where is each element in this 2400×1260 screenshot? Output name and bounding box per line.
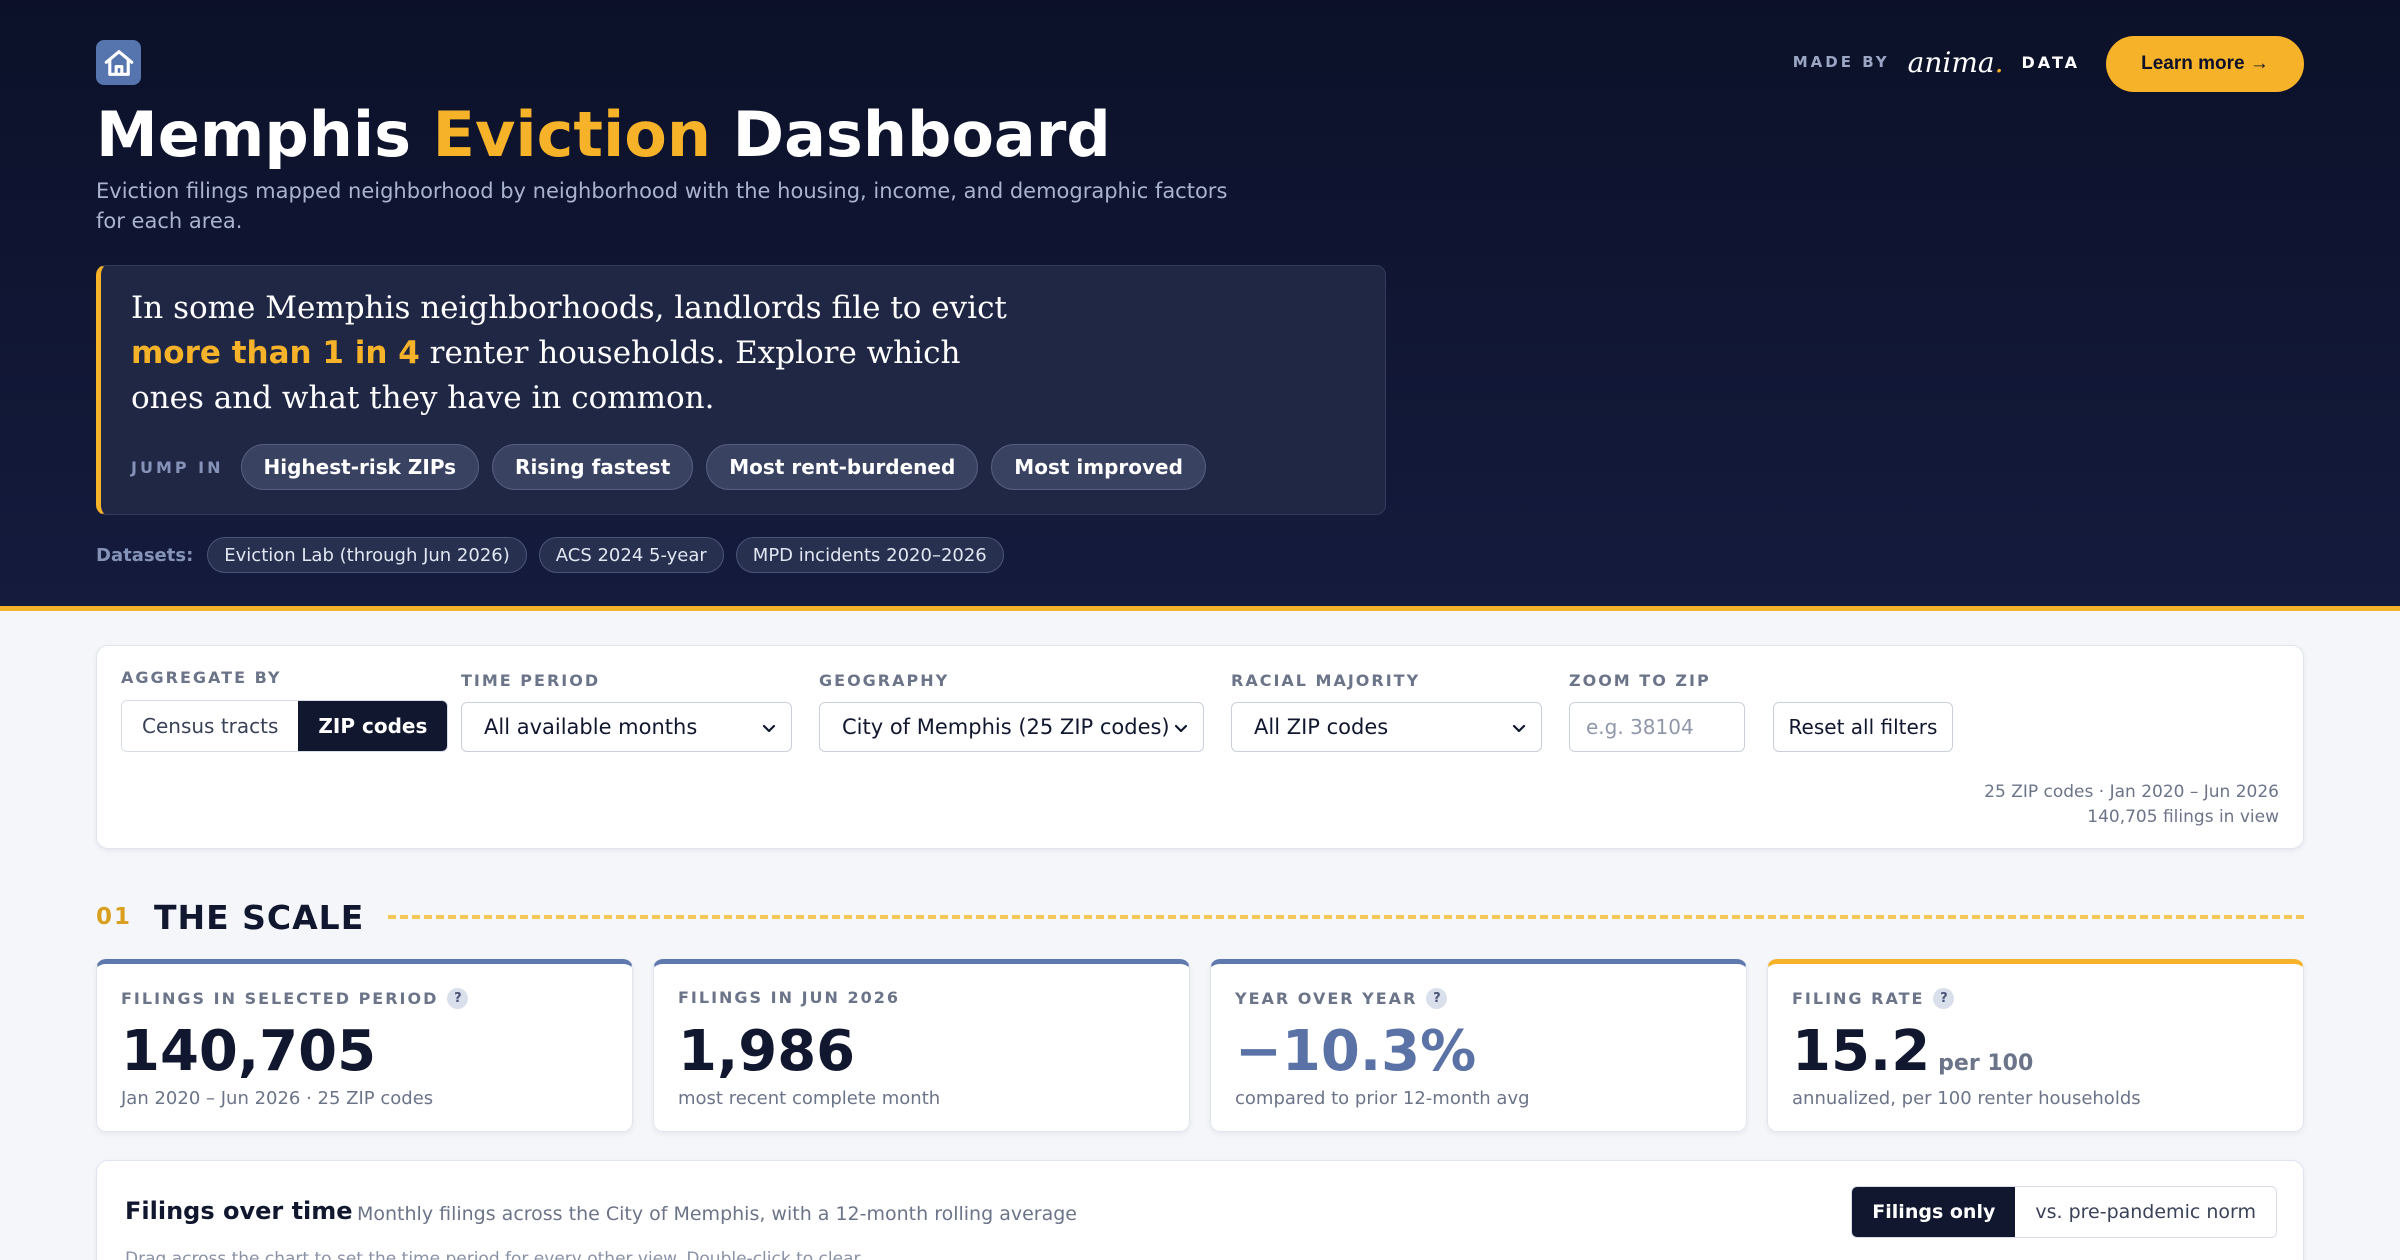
kpi-unit: per 100 (1938, 1051, 2034, 1076)
page-subtitle: Eviction filings mapped neighborhood by … (96, 179, 1228, 233)
help-icon[interactable]: ? (447, 988, 469, 1009)
made-by-credit[interactable]: MADE BY anima. DATA (1793, 44, 2080, 80)
hero-accent-line (0, 606, 2400, 611)
zoom-zip-label: ZOOM TO ZIP (1569, 671, 1711, 690)
chart-mode-toggle: Filings only vs. pre-pandemic norm (1851, 1186, 2277, 1238)
title-part-1: Memphis (96, 98, 433, 171)
time-period-select[interactable]: All available months (461, 702, 792, 752)
geography-label: GEOGRAPHY (819, 671, 950, 690)
kpi-label: FILING RATE ? (1792, 988, 1955, 1009)
kpi-card-year-over-year: YEAR OVER YEAR ? −10.3% compared to prio… (1210, 959, 1747, 1132)
aggregate-zip-codes[interactable]: ZIP codes (298, 701, 448, 751)
geography-select[interactable]: City of Memphis (25 ZIP codes) (819, 702, 1204, 752)
help-icon[interactable]: ? (1426, 988, 1448, 1009)
kpi-value: −10.3% (1235, 1019, 1477, 1084)
chart-description: Monthly filings across the City of Memph… (357, 1203, 1077, 1225)
dataset-acs[interactable]: ACS 2024 5-year (538, 537, 724, 573)
kpi-label-text: FILINGS IN SELECTED PERIOD (121, 989, 439, 1008)
learn-more-button[interactable]: Learn more → (2106, 36, 2304, 92)
kpi-card-filing-rate: FILING RATE ? 15.2 per 100 annualized, pe… (1767, 959, 2304, 1132)
racial-majority-select[interactable]: All ZIP codes (1231, 702, 1542, 752)
filter-panel: AGGREGATE BY Census tracts ZIP codes TIM… (96, 645, 2304, 849)
kpi-subtext: Jan 2020 – Jun 2026 · 25 ZIP codes (121, 1088, 434, 1109)
kpi-label-text: FILING RATE (1792, 989, 1925, 1008)
kpi-subtext: annualized, per 100 renter households (1792, 1088, 2141, 1109)
reset-filters-button[interactable]: Reset all filters (1773, 702, 1953, 752)
kpi-label: FILINGS IN JUN 2026 (678, 988, 900, 1007)
jump-most-improved[interactable]: Most improved (991, 444, 1206, 490)
jump-rising-fastest[interactable]: Rising fastest (492, 444, 694, 490)
racial-majority-label: RACIAL MAJORITY (1231, 671, 1421, 690)
time-period-label: TIME PERIOD (461, 671, 601, 690)
callout-highlight: more than 1 in 4 (131, 335, 420, 371)
jump-in-links: JUMP IN Highest-risk ZIPs Rising fastest… (131, 444, 1206, 490)
kpi-value: 1,986 (678, 1019, 856, 1084)
time-period-value: All available months (484, 715, 698, 739)
kpi-card-filings-period: FILINGS IN SELECTED PERIOD ? 140,705 Jan… (96, 959, 633, 1132)
home-icon (104, 49, 133, 76)
zoom-zip-input[interactable] (1569, 702, 1745, 752)
aggregate-census-tracts[interactable]: Census tracts (122, 701, 299, 751)
aggregate-label: AGGREGATE BY (121, 668, 282, 687)
section-title: THE SCALE (154, 897, 365, 937)
kpi-value-number: 15.2 (1792, 1019, 1931, 1084)
datasets-list: Datasets: Eviction Lab (through Jun 2026… (96, 537, 1004, 573)
chevron-down-icon (1174, 724, 1188, 733)
chart-hint: Drag across the chart to set the time pe… (125, 1249, 865, 1260)
title-part-2: Dashboard (711, 98, 1111, 171)
page-title: Memphis Eviction Dashboard (96, 96, 1111, 174)
kpi-card-filings-month: FILINGS IN JUN 2026 1,986 most recent co… (653, 959, 1190, 1132)
dataset-mpd[interactable]: MPD incidents 2020–2026 (735, 537, 1004, 573)
kpi-label-text: FILINGS IN JUN 2026 (678, 988, 900, 1007)
brand-data-label: DATA (2021, 52, 2080, 72)
filings-over-time-card: Filings over time Monthly filings across… (96, 1160, 2304, 1260)
help-icon[interactable]: ? (1933, 988, 1955, 1009)
hero-header: MADE BY anima. DATA Learn more → Memphis… (0, 0, 2400, 608)
summary-line-2: 140,705 filings in view (2087, 807, 2279, 827)
brand-dot: . (1994, 45, 2004, 79)
jump-most-rent-burdened[interactable]: Most rent-burdened (706, 444, 979, 490)
chevron-down-icon (762, 724, 776, 733)
callout-text-part-1: In some Memphis neighborhoods, landlords… (131, 290, 1007, 326)
jump-in-label: JUMP IN (131, 457, 224, 477)
summary-line-1: 25 ZIP codes · Jan 2020 – Jun 2026 (1984, 782, 2279, 802)
dataset-eviction-lab[interactable]: Eviction Lab (through Jun 2026) (207, 537, 527, 573)
datasets-label: Datasets: (96, 544, 194, 566)
section-divider (388, 915, 2304, 919)
section-number: 01 (96, 904, 133, 930)
jump-highest-risk[interactable]: Highest-risk ZIPs (240, 444, 480, 490)
kpi-value: 140,705 (121, 1019, 377, 1084)
section-header-scale: 01 THE SCALE (96, 895, 2304, 939)
callout-text: In some Memphis neighborhoods, landlords… (131, 286, 1031, 421)
chart-title: Filings over time (125, 1197, 353, 1225)
kpi-subtext: compared to prior 12-month avg (1235, 1088, 1530, 1109)
mode-filings-only[interactable]: Filings only (1852, 1187, 2016, 1237)
filter-summary: 25 ZIP codes · Jan 2020 – Jun 2026 140,7… (1984, 780, 2279, 830)
racial-majority-value: All ZIP codes (1254, 715, 1389, 739)
intro-callout: In some Memphis neighborhoods, landlords… (96, 265, 1386, 515)
chevron-down-icon (1512, 724, 1526, 733)
kpi-label: FILINGS IN SELECTED PERIOD ? (121, 988, 469, 1009)
geography-value: City of Memphis (25 ZIP codes) (842, 715, 1170, 739)
mode-vs-prepandemic[interactable]: vs. pre-pandemic norm (2015, 1187, 2276, 1237)
kpi-label: YEAR OVER YEAR ? (1235, 988, 1448, 1009)
kpi-subtext: most recent complete month (678, 1088, 941, 1109)
made-by-label: MADE BY (1792, 53, 1890, 71)
kpi-label-text: YEAR OVER YEAR (1235, 989, 1418, 1008)
title-highlight: Eviction (432, 98, 712, 171)
brand-logo: anima. (1908, 46, 2004, 79)
aggregate-toggle: Census tracts ZIP codes (121, 700, 449, 752)
home-button[interactable] (96, 40, 141, 85)
brand-name: anima (1907, 45, 1995, 79)
